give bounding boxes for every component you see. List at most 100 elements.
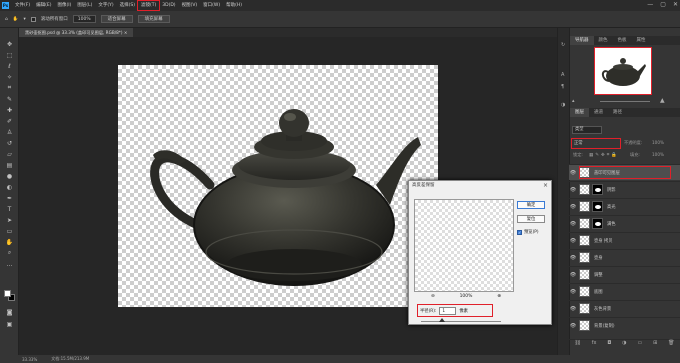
marquee-icon[interactable]: ⬚ xyxy=(5,51,14,59)
radius-input[interactable]: 1 xyxy=(439,306,457,315)
navigator-zoom-slider[interactable] xyxy=(600,101,650,102)
tab-properties[interactable]: 属性 xyxy=(632,36,651,45)
layer-row[interactable]: 👁 灰色背景 xyxy=(569,300,680,316)
layer-row[interactable]: 👁 调整 xyxy=(569,266,680,282)
tab-swatches[interactable]: 色板 xyxy=(613,36,632,45)
history-brush-icon[interactable]: ↺ xyxy=(5,139,14,147)
add-mask-icon[interactable]: ◘ xyxy=(607,340,611,347)
reset-button[interactable]: 复位 xyxy=(517,215,545,223)
menu-file[interactable]: 文件(F) xyxy=(12,1,33,10)
ok-button[interactable]: 确定 xyxy=(517,201,545,209)
new-layer-icon[interactable]: ⊞ xyxy=(653,340,657,347)
layer-row[interactable]: 👁 底图 xyxy=(569,283,680,299)
zoom-icon[interactable]: ⌕ xyxy=(5,249,14,257)
history-icon[interactable]: ↻ xyxy=(561,42,567,48)
visibility-eye-icon[interactable]: 👁 xyxy=(569,306,577,312)
character-icon[interactable]: A xyxy=(561,72,567,78)
eraser-icon[interactable]: ▱ xyxy=(5,150,14,158)
crop-icon[interactable]: ⌗ xyxy=(5,84,14,92)
menu-window[interactable]: 窗口(W) xyxy=(200,1,223,10)
radius-slider-thumb[interactable] xyxy=(439,318,445,322)
tab-paths[interactable]: 路径 xyxy=(608,108,627,117)
opacity-value[interactable]: 100% xyxy=(652,140,664,145)
adjust-icon[interactable]: ◑ xyxy=(561,102,567,108)
layer-row[interactable]: 👁 盖印可见图层 xyxy=(569,164,680,180)
tab-navigator[interactable]: 导航器 xyxy=(570,36,594,45)
visibility-eye-icon[interactable]: 👁 xyxy=(569,187,577,193)
delete-layer-icon[interactable]: 🗑 xyxy=(668,340,674,347)
zoom-out-icon[interactable]: ⊖ xyxy=(431,294,435,299)
close-icon[interactable]: ✕ xyxy=(673,1,678,8)
visibility-eye-icon[interactable]: 👁 xyxy=(569,204,577,210)
tool-preset-chevron-icon[interactable]: ▾ xyxy=(23,17,25,22)
screen-mode-icon[interactable]: ▣ xyxy=(5,320,14,328)
shape-icon[interactable]: ▭ xyxy=(5,227,14,235)
visibility-eye-icon[interactable]: 👁 xyxy=(569,221,577,227)
navigator-thumbnail[interactable] xyxy=(594,47,652,95)
visibility-eye-icon[interactable]: 👁 xyxy=(569,289,577,295)
dodge-icon[interactable]: ◐ xyxy=(5,183,14,191)
menu-select[interactable]: 选择(S) xyxy=(117,1,138,10)
minimize-icon[interactable]: — xyxy=(647,1,653,8)
adjustment-layer-icon[interactable]: ◑ xyxy=(622,340,626,347)
visibility-eye-icon[interactable]: 👁 xyxy=(569,272,577,278)
visibility-eye-icon[interactable]: 👁 xyxy=(569,238,577,244)
menu-view[interactable]: 视图(V) xyxy=(179,1,201,10)
visibility-eye-icon[interactable]: 👁 xyxy=(569,170,577,176)
tab-layers[interactable]: 图层 xyxy=(570,108,589,117)
zoom-field[interactable]: 100% xyxy=(72,15,96,23)
gradient-icon[interactable]: ▤ xyxy=(5,161,14,169)
visibility-eye-icon[interactable]: 👁 xyxy=(569,255,577,261)
preview-checkbox[interactable]: ✓ xyxy=(517,229,522,235)
stamp-icon[interactable]: ♙ xyxy=(5,128,14,136)
dialog-preview-area[interactable] xyxy=(414,199,514,292)
layer-row[interactable]: 👁 阴影 xyxy=(569,181,680,197)
menu-layer[interactable]: 图层(L) xyxy=(74,1,95,10)
layer-row[interactable]: 👁 背景(复制) xyxy=(569,317,680,333)
layer-row[interactable]: 👁 壶身 拷贝 xyxy=(569,232,680,248)
document-canvas[interactable] xyxy=(118,65,438,307)
lasso-icon[interactable]: ℓ xyxy=(5,62,14,70)
maximize-icon[interactable]: ▢ xyxy=(660,1,666,8)
link-layers-icon[interactable]: ⛓ xyxy=(574,340,580,347)
radius-slider-track[interactable] xyxy=(421,321,501,322)
dialog-close-icon[interactable]: × xyxy=(543,181,548,191)
hand-icon[interactable]: ✋ xyxy=(5,238,14,246)
healing-brush-icon[interactable]: ✚ xyxy=(5,106,14,114)
paragraph-icon[interactable]: ¶ xyxy=(561,84,567,90)
layer-style-icon[interactable]: fx xyxy=(592,340,597,347)
menu-3d[interactable]: 3D(D) xyxy=(159,1,178,10)
menu-type[interactable]: 文字(Y) xyxy=(95,1,116,10)
magic-wand-icon[interactable]: ✧ xyxy=(5,73,14,81)
quick-mask-icon[interactable]: ◙ xyxy=(5,308,14,316)
layer-mask-thumbnail[interactable] xyxy=(592,218,603,229)
layer-mask-thumbnail[interactable] xyxy=(592,201,603,212)
menu-filter[interactable]: 滤镜(T) xyxy=(136,0,161,11)
status-zoom[interactable]: 33.33% xyxy=(22,357,37,362)
brush-icon[interactable]: ✐ xyxy=(5,117,14,125)
navigator-zoom-out-icon[interactable]: ▴ xyxy=(572,98,575,104)
menu-help[interactable]: 帮助(H) xyxy=(223,1,245,10)
lock-icons[interactable]: ▦✎✥⌗🔒 xyxy=(589,152,619,158)
layer-mask-thumbnail[interactable] xyxy=(592,184,603,195)
layer-row[interactable]: 👁 高光 xyxy=(569,198,680,214)
layer-kind-filter[interactable]: 类型 xyxy=(572,126,602,134)
new-group-icon[interactable]: ▭ xyxy=(637,340,642,347)
visibility-eye-icon[interactable]: 👁 xyxy=(569,323,577,329)
fit-screen-button[interactable]: 适合屏幕 xyxy=(100,15,133,23)
fill-screen-button[interactable]: 填充屏幕 xyxy=(137,15,170,23)
blend-mode-select[interactable]: 正常 xyxy=(571,138,621,149)
eyedropper-icon[interactable]: ✎ xyxy=(5,95,14,103)
foreground-color-swatch[interactable] xyxy=(4,290,11,297)
layer-row[interactable]: 👁 满色 xyxy=(569,215,680,231)
move-icon[interactable]: ✥ xyxy=(5,40,14,48)
menu-edit[interactable]: 编辑(E) xyxy=(33,1,54,10)
document-tab[interactable]: 黑砂壶抠图.psd @ 33.3% (盖印可见图层, RGB/8*) × xyxy=(19,28,134,37)
zoom-in-icon[interactable]: ⊕ xyxy=(497,294,501,299)
menu-image[interactable]: 图像(I) xyxy=(54,1,74,10)
type-icon[interactable]: T xyxy=(5,205,14,213)
blur-icon[interactable]: ● xyxy=(5,172,14,180)
navigator-zoom-in-icon[interactable]: ▲ xyxy=(660,97,665,104)
more-tools-icon[interactable]: … xyxy=(5,260,14,268)
fill-value[interactable]: 100% xyxy=(652,152,664,157)
